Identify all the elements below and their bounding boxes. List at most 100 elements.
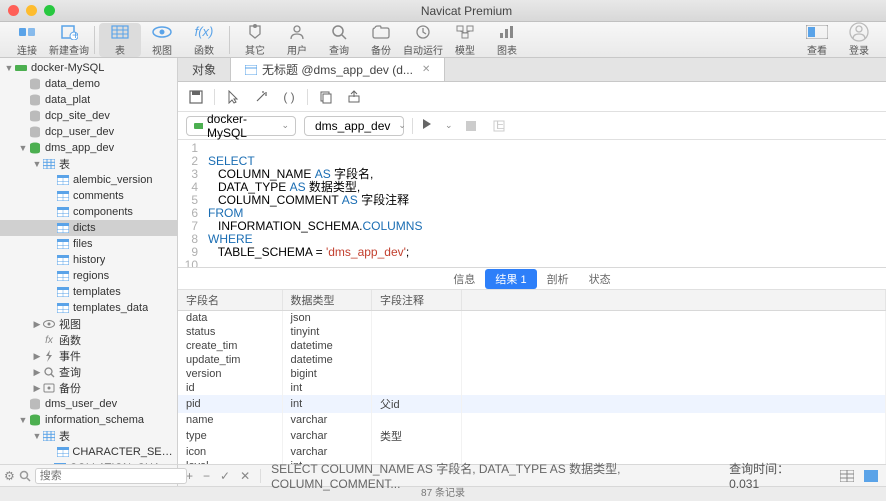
- user-toolbar-button[interactable]: 用户: [276, 23, 318, 57]
- auto-toolbar-button[interactable]: 自动运行: [402, 23, 444, 57]
- cell[interactable]: [372, 445, 461, 459]
- view-toolbar-button[interactable]: 视图: [141, 23, 183, 57]
- cell[interactable]: tinyint: [282, 325, 371, 339]
- cell[interactable]: datetime: [282, 339, 371, 353]
- tree-item-data_plat[interactable]: data_plat: [0, 92, 177, 108]
- cell[interactable]: 类型: [372, 427, 461, 445]
- cell[interactable]: id: [178, 381, 282, 395]
- table-row[interactable]: id int: [178, 381, 886, 395]
- result-tab-状态[interactable]: 状态: [579, 269, 621, 289]
- tree-item-components[interactable]: components: [0, 204, 177, 220]
- cell[interactable]: varchar: [282, 427, 371, 445]
- disclosure-triangle[interactable]: ▼: [32, 159, 42, 169]
- tree-item-dcp_site_dev[interactable]: dcp_site_dev: [0, 108, 177, 124]
- cell[interactable]: int: [282, 381, 371, 395]
- cell[interactable]: create_tim: [178, 339, 282, 353]
- cell[interactable]: varchar: [282, 445, 371, 459]
- tree-item-templates[interactable]: templates: [0, 284, 177, 300]
- export-icon[interactable]: [344, 87, 364, 107]
- apply-button[interactable]: ✓: [220, 469, 230, 483]
- table-row[interactable]: type varchar 类型: [178, 427, 886, 445]
- form-view-icon[interactable]: [864, 470, 878, 482]
- wand-icon[interactable]: [251, 87, 271, 107]
- close-tab-icon[interactable]: ✕: [422, 64, 430, 75]
- cursor-icon[interactable]: [223, 87, 243, 107]
- cell[interactable]: [372, 311, 461, 326]
- login-toolbar-button[interactable]: 登录: [838, 23, 880, 57]
- grid-view-icon[interactable]: [840, 470, 854, 482]
- maximize-window[interactable]: [44, 5, 55, 16]
- connection-selector[interactable]: docker-MySQL ⌄: [186, 116, 296, 136]
- cell[interactable]: name: [178, 413, 282, 427]
- tree-item-alembic_version[interactable]: alembic_version: [0, 172, 177, 188]
- cell[interactable]: type: [178, 427, 282, 445]
- result-tab-信息[interactable]: 信息: [443, 269, 485, 289]
- tree-item-dms_app_dev[interactable]: ▼ dms_app_dev: [0, 140, 177, 156]
- tree-item-视图[interactable]: ▶ 视图: [0, 316, 177, 332]
- tree-item-templates_data[interactable]: templates_data: [0, 300, 177, 316]
- cell[interactable]: data: [178, 311, 282, 326]
- save-icon[interactable]: [186, 87, 206, 107]
- disclosure-triangle[interactable]: ▶: [32, 383, 42, 394]
- table-row[interactable]: create_tim datetime: [178, 339, 886, 353]
- column-header[interactable]: 字段名: [178, 290, 282, 311]
- tree-item-comments[interactable]: comments: [0, 188, 177, 204]
- tree-item-表[interactable]: ▼ 表: [0, 428, 177, 444]
- tree-item-查询[interactable]: ▶ 查询: [0, 364, 177, 380]
- table-row[interactable]: name varchar: [178, 413, 886, 427]
- cell[interactable]: pid: [178, 395, 282, 413]
- cell[interactable]: datetime: [282, 353, 371, 367]
- disclosure-triangle[interactable]: ▶: [32, 367, 42, 378]
- cancel-button[interactable]: ✕: [240, 469, 250, 483]
- cell[interactable]: [372, 353, 461, 367]
- cell[interactable]: [372, 367, 461, 381]
- query-toolbar-button[interactable]: 查询: [318, 23, 360, 57]
- tree-item-docker-MySQL[interactable]: ▼ docker-MySQL: [0, 60, 177, 76]
- backup-toolbar-button[interactable]: 备份: [360, 23, 402, 57]
- tree-item-history[interactable]: history: [0, 252, 177, 268]
- table-toolbar-button[interactable]: 表: [99, 23, 141, 57]
- disclosure-triangle[interactable]: ▼: [18, 415, 28, 425]
- chart-toolbar-button[interactable]: 图表: [486, 23, 528, 57]
- result-tab-剖析[interactable]: 剖析: [537, 269, 579, 289]
- sql-code[interactable]: SELECT COLUMN_NAME AS 字段名, DATA_TYPE AS …: [204, 140, 886, 267]
- cell[interactable]: [372, 381, 461, 395]
- run-dropdown[interactable]: ⌄: [445, 120, 453, 131]
- disclosure-triangle[interactable]: ▼: [4, 63, 14, 73]
- tree-item-dicts[interactable]: dicts: [0, 220, 177, 236]
- cell[interactable]: update_tim: [178, 353, 282, 367]
- result-tab-结果 1[interactable]: 结果 1: [485, 269, 536, 289]
- tab-对象[interactable]: 对象: [178, 58, 231, 81]
- disclosure-triangle[interactable]: ▼: [32, 431, 42, 441]
- column-header[interactable]: 字段注释: [372, 290, 461, 311]
- cell[interactable]: varchar: [282, 413, 371, 427]
- cell[interactable]: icon: [178, 445, 282, 459]
- tree-item-files[interactable]: files: [0, 236, 177, 252]
- tree-item-函数[interactable]: fx 函数: [0, 332, 177, 348]
- table-row[interactable]: data json: [178, 311, 886, 326]
- table-row[interactable]: status tinyint: [178, 325, 886, 339]
- tree-item-事件[interactable]: ▶ 事件: [0, 348, 177, 364]
- tree-item-CHARACTER_SETS[interactable]: CHARACTER_SETS: [0, 444, 177, 460]
- other-toolbar-button[interactable]: 其它: [234, 23, 276, 57]
- disclosure-triangle[interactable]: ▼: [18, 143, 28, 153]
- model-toolbar-button[interactable]: 模型: [444, 23, 486, 57]
- function-toolbar-button[interactable]: f(x) 函数: [183, 23, 225, 57]
- stop-button[interactable]: [461, 116, 481, 136]
- disclosure-triangle[interactable]: ▶: [32, 351, 42, 362]
- result-grid[interactable]: 字段名数据类型字段注释 data json status tinyint cre…: [178, 290, 886, 464]
- cell[interactable]: json: [282, 311, 371, 326]
- table-row[interactable]: pid int 父id: [178, 395, 886, 413]
- cell[interactable]: [372, 413, 461, 427]
- copy-icon[interactable]: [316, 87, 336, 107]
- cell[interactable]: [372, 339, 461, 353]
- cell[interactable]: 父id: [372, 395, 461, 413]
- delete-row-button[interactable]: −: [203, 469, 210, 483]
- search-input[interactable]: [35, 468, 187, 484]
- cell[interactable]: status: [178, 325, 282, 339]
- braces-icon[interactable]: ( ): [279, 87, 299, 107]
- view-mode-toolbar-button[interactable]: 查看: [796, 23, 838, 57]
- cell[interactable]: int: [282, 395, 371, 413]
- table-row[interactable]: icon varchar: [178, 445, 886, 459]
- tree-item-表[interactable]: ▼ 表: [0, 156, 177, 172]
